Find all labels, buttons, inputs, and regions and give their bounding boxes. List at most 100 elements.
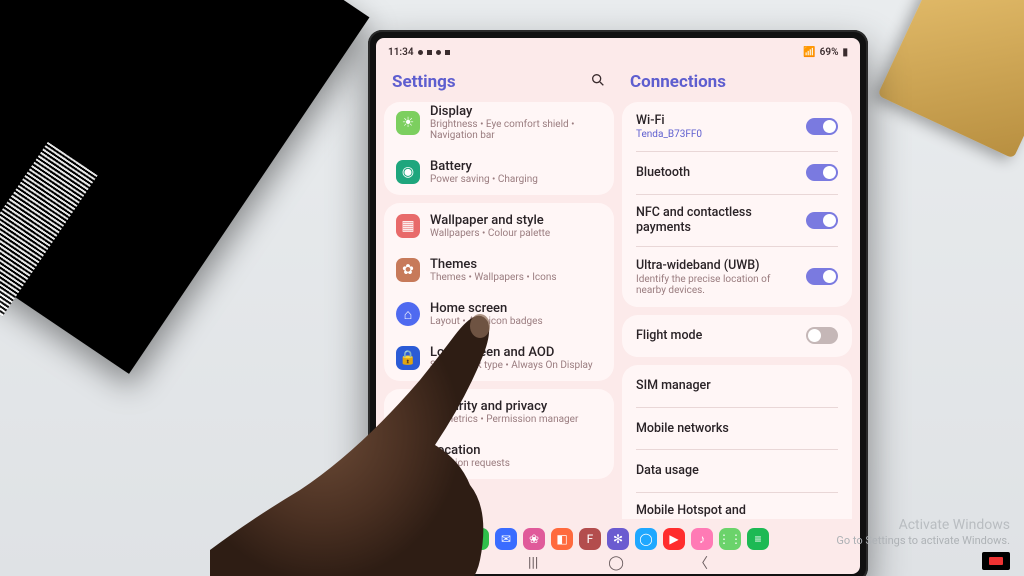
battery-icon: ▮ bbox=[842, 47, 848, 58]
location-icon: 📍 bbox=[396, 444, 420, 468]
connections-item-sim-manager[interactable]: SIM manager bbox=[622, 365, 852, 407]
toggle-switch[interactable] bbox=[806, 118, 838, 135]
settings-item-sub: Screen lock type • Always On Display bbox=[430, 360, 593, 371]
home-icon: ⌂ bbox=[396, 302, 420, 326]
back-button[interactable]: 〈 bbox=[694, 553, 708, 573]
barcode bbox=[0, 142, 98, 316]
settings-item-title: Themes bbox=[430, 257, 557, 272]
connections-title: Connections bbox=[630, 72, 726, 92]
settings-item-sub: Brightness • Eye comfort shield • Naviga… bbox=[430, 119, 602, 141]
settings-item-sub: Biometrics • Permission manager bbox=[430, 414, 578, 425]
dock-app1-icon[interactable]: ◧ bbox=[551, 528, 573, 550]
settings-group: ▦ Wallpaper and styleWallpapers • Colour … bbox=[384, 203, 614, 381]
connections-item-ultra-wideband-uwb-[interactable]: Ultra-wideband (UWB)Identify the precise… bbox=[622, 247, 852, 307]
settings-item-location[interactable]: 📍 LocationLocation requests bbox=[384, 435, 614, 479]
notif-icon bbox=[427, 50, 432, 55]
connections-item-title: Wi-Fi bbox=[636, 113, 702, 128]
notif-icon bbox=[436, 50, 441, 55]
settings-item-sub: Themes • Wallpapers • Icons bbox=[430, 272, 557, 283]
connections-item-flight-mode[interactable]: Flight mode bbox=[622, 315, 852, 357]
dock-messages-icon[interactable]: ✉ bbox=[495, 528, 517, 550]
channel-logo bbox=[982, 552, 1010, 570]
connections-pane: Connections Wi-FiTenda_B73FF0 Bluetooth NF… bbox=[620, 66, 854, 519]
home-button[interactable]: ◯ bbox=[608, 555, 624, 571]
dock-youtube-icon[interactable]: ▶ bbox=[663, 528, 685, 550]
battery-label: 69% bbox=[820, 47, 839, 58]
settings-item-home-screen[interactable]: ⌂Home screenLayout • App icon badges bbox=[384, 293, 614, 337]
lock-icon: 🔒 bbox=[396, 346, 420, 370]
product-box: Galaxy Z Fold6 bbox=[0, 0, 369, 374]
connections-group: SIM manager Mobile networks Data usage Mobi… bbox=[622, 365, 852, 520]
notif-icon bbox=[445, 50, 450, 55]
settings-item-sub: Power saving • Charging bbox=[430, 174, 538, 185]
settings-item-sub: Location requests bbox=[430, 458, 510, 469]
settings-item-lock-screen-and-aod[interactable]: 🔒 Lock screen and AODScreen lock type • A… bbox=[384, 337, 614, 381]
toggle-switch[interactable] bbox=[806, 327, 838, 344]
search-icon[interactable] bbox=[590, 72, 606, 92]
security-icon: 🛡 bbox=[396, 400, 420, 424]
connections-item-title: SIM manager bbox=[636, 378, 711, 393]
themes-icon: ✿ bbox=[396, 258, 420, 282]
toggle-switch[interactable] bbox=[806, 212, 838, 229]
settings-title: Settings bbox=[392, 72, 456, 92]
connections-item-title: NFC and contactless payments bbox=[636, 205, 796, 235]
settings-item-title: Security and privacy bbox=[430, 399, 578, 414]
display-icon: ☀ bbox=[396, 111, 420, 135]
connections-item-title: Mobile Hotspot and Tethering bbox=[636, 503, 796, 519]
dock-app2-icon[interactable]: F bbox=[579, 528, 601, 550]
settings-item-sub: Layout • App icon badges bbox=[430, 316, 543, 327]
connections-item-wi-fi[interactable]: Wi-FiTenda_B73FF0 bbox=[622, 102, 852, 151]
settings-item-wallpaper-and-style[interactable]: ▦ Wallpaper and styleWallpapers • Colour … bbox=[384, 203, 614, 249]
dock-spotify-icon[interactable]: ≡ bbox=[747, 528, 769, 550]
settings-item-title: Wallpaper and style bbox=[430, 213, 550, 228]
settings-pane: Settings ☀ DisplayBrightness • Eye comfor… bbox=[382, 66, 616, 519]
wallpaper-icon: ▦ bbox=[396, 214, 420, 238]
windows-watermark: Activate Windows Go to Settings to activ… bbox=[836, 516, 1010, 548]
connections-item-nfc-and-contactless-payments[interactable]: NFC and contactless payments bbox=[622, 194, 852, 246]
connections-item-sub: Identify the precise location of nearby … bbox=[636, 274, 796, 296]
connections-group: Wi-FiTenda_B73FF0 Bluetooth NFC and contac… bbox=[622, 102, 852, 307]
watermark-sub: Go to Settings to activate Windows. bbox=[836, 534, 1010, 548]
settings-group: ☀ DisplayBrightness • Eye comfort shield … bbox=[384, 102, 614, 195]
connections-item-title: Ultra-wideband (UWB) bbox=[636, 258, 796, 273]
connections-item-mobile-networks[interactable]: Mobile networks bbox=[622, 407, 852, 449]
battery-icon: ◉ bbox=[396, 160, 420, 184]
scene: Galaxy Z Fold6 11:34 📶 69% ▮ bbox=[0, 0, 1024, 576]
connections-item-mobile-hotspot-and-tethering[interactable]: Mobile Hotspot and Tethering bbox=[622, 492, 852, 519]
dock: ✆ ✉ ❀ ◧ F ✻ ◯ ▶ ♪ ⋮⋮ ≡ bbox=[376, 523, 860, 552]
dock-phone-icon[interactable]: ✆ bbox=[467, 528, 489, 550]
recents-button[interactable]: ||| bbox=[528, 555, 538, 571]
connections-item-bluetooth[interactable]: Bluetooth bbox=[622, 152, 852, 194]
dock-gallery-icon[interactable]: ❀ bbox=[523, 528, 545, 550]
dock-store-icon[interactable]: ◯ bbox=[635, 528, 657, 550]
settings-item-security-and-privacy[interactable]: 🛡 Security and privacyBiometrics • Permis… bbox=[384, 389, 614, 435]
signal-icon: 📶 bbox=[803, 47, 815, 58]
toggle-switch[interactable] bbox=[806, 164, 838, 181]
settings-group: 🛡 Security and privacyBiometrics • Permis… bbox=[384, 389, 614, 479]
dock-settings-icon[interactable]: ✻ bbox=[607, 528, 629, 550]
connections-item-title: Flight mode bbox=[636, 328, 702, 343]
settings-item-title: Battery bbox=[430, 159, 538, 174]
connections-group: Flight mode bbox=[622, 315, 852, 357]
dock-apps-icon[interactable]: ⋮⋮ bbox=[719, 528, 741, 550]
settings-item-battery[interactable]: ◉ BatteryPower saving • Charging bbox=[384, 151, 614, 195]
settings-item-sub: Wallpapers • Colour palette bbox=[430, 228, 550, 239]
settings-item-themes[interactable]: ✿ ThemesThemes • Wallpapers • Icons bbox=[384, 249, 614, 293]
connections-item-title: Mobile networks bbox=[636, 421, 729, 436]
connections-item-sub: Tenda_B73FF0 bbox=[636, 129, 702, 140]
tablet-device: 11:34 📶 69% ▮ Settings bbox=[368, 30, 868, 576]
dock-music-icon[interactable]: ♪ bbox=[691, 528, 713, 550]
connections-item-title: Bluetooth bbox=[636, 165, 690, 180]
desk-object bbox=[877, 0, 1024, 159]
connections-item-data-usage[interactable]: Data usage bbox=[622, 450, 852, 492]
status-time: 11:34 bbox=[388, 47, 414, 58]
status-bar: 11:34 📶 69% ▮ bbox=[376, 38, 860, 66]
toggle-switch[interactable] bbox=[806, 268, 838, 285]
settings-item-display[interactable]: ☀ DisplayBrightness • Eye comfort shield … bbox=[384, 102, 614, 151]
notif-icon bbox=[418, 50, 423, 55]
watermark-title: Activate Windows bbox=[836, 516, 1010, 534]
settings-item-title: Display bbox=[430, 104, 602, 119]
settings-item-title: Location bbox=[430, 443, 510, 458]
settings-item-title: Lock screen and AOD bbox=[430, 345, 593, 360]
nav-bar: ||| ◯ 〈 bbox=[376, 552, 860, 574]
